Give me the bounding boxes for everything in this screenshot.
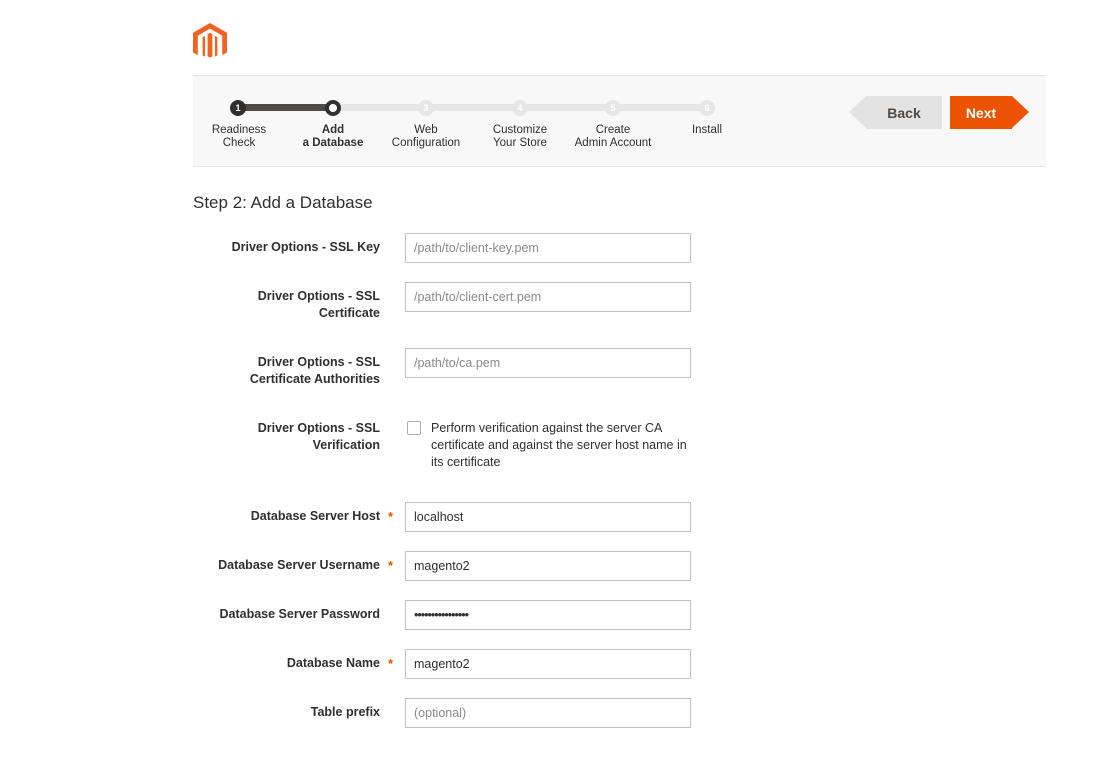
magento-logo-icon xyxy=(193,23,227,58)
step-3-dot: 3 xyxy=(418,100,434,116)
db-user-input[interactable] xyxy=(405,551,691,581)
ssl-verify-label: Driver Options - SSL Verification xyxy=(180,420,380,454)
back-button[interactable]: Back xyxy=(849,96,942,129)
step-4-dot: 4 xyxy=(512,100,528,116)
next-button[interactable]: Next xyxy=(950,96,1029,129)
ssl-verify-description: Perform verification against the server … xyxy=(431,421,687,469)
db-password-input[interactable] xyxy=(405,600,691,630)
table-prefix-label: Table prefix xyxy=(310,705,380,719)
ssl-cert-label-line1: Driver Options - SSL xyxy=(257,289,380,303)
db-name-required-mark: * xyxy=(388,656,394,671)
ssl-cert-label-line2: Certificate xyxy=(318,306,380,320)
ssl-ca-input[interactable] xyxy=(405,348,691,378)
ssl-verify-label-line2: Verification xyxy=(312,438,380,452)
step-5-label-line2: Admin Account xyxy=(574,137,652,149)
ssl-key-label: Driver Options - SSL Key xyxy=(231,240,380,254)
ssl-ca-label-line2: Certificate Authorities xyxy=(249,372,380,386)
db-user-required-mark: * xyxy=(388,558,394,573)
progress-track-4-5 xyxy=(520,104,613,111)
ssl-cert-label: Driver Options - SSL Certificate xyxy=(180,288,380,322)
step-6-label-line1: Install xyxy=(691,124,723,136)
step-1-dot: 1 xyxy=(230,100,246,116)
progress-track-2-3 xyxy=(333,104,426,111)
step-6-label: Install xyxy=(652,124,762,137)
page-title: Step 2: Add a Database xyxy=(193,193,373,212)
db-user-label: Database Server Username xyxy=(218,558,380,572)
progress-track-5-6 xyxy=(613,104,707,111)
ssl-cert-input[interactable] xyxy=(405,282,691,312)
db-host-required-mark: * xyxy=(388,509,394,524)
db-name-input[interactable] xyxy=(405,649,691,679)
db-name-label: Database Name xyxy=(286,656,380,670)
ssl-ca-label-line1: Driver Options - SSL xyxy=(257,355,380,369)
ssl-verify-label-line1: Driver Options - SSL xyxy=(257,421,380,435)
step-5-dot: 5 xyxy=(605,100,621,116)
db-host-label: Database Server Host xyxy=(250,509,380,523)
table-prefix-input[interactable] xyxy=(405,698,691,728)
step-6-dot: 6 xyxy=(699,100,715,116)
ssl-verify-checkbox[interactable] xyxy=(407,421,421,435)
db-password-label: Database Server Password xyxy=(219,607,380,621)
progress-track-1-2 xyxy=(238,104,333,111)
ssl-key-input[interactable] xyxy=(405,233,691,263)
ssl-ca-label: Driver Options - SSL Certificate Authori… xyxy=(180,354,380,388)
step-2-dot xyxy=(325,100,341,116)
db-host-input[interactable] xyxy=(405,502,691,532)
progress-track-3-4 xyxy=(426,104,520,111)
